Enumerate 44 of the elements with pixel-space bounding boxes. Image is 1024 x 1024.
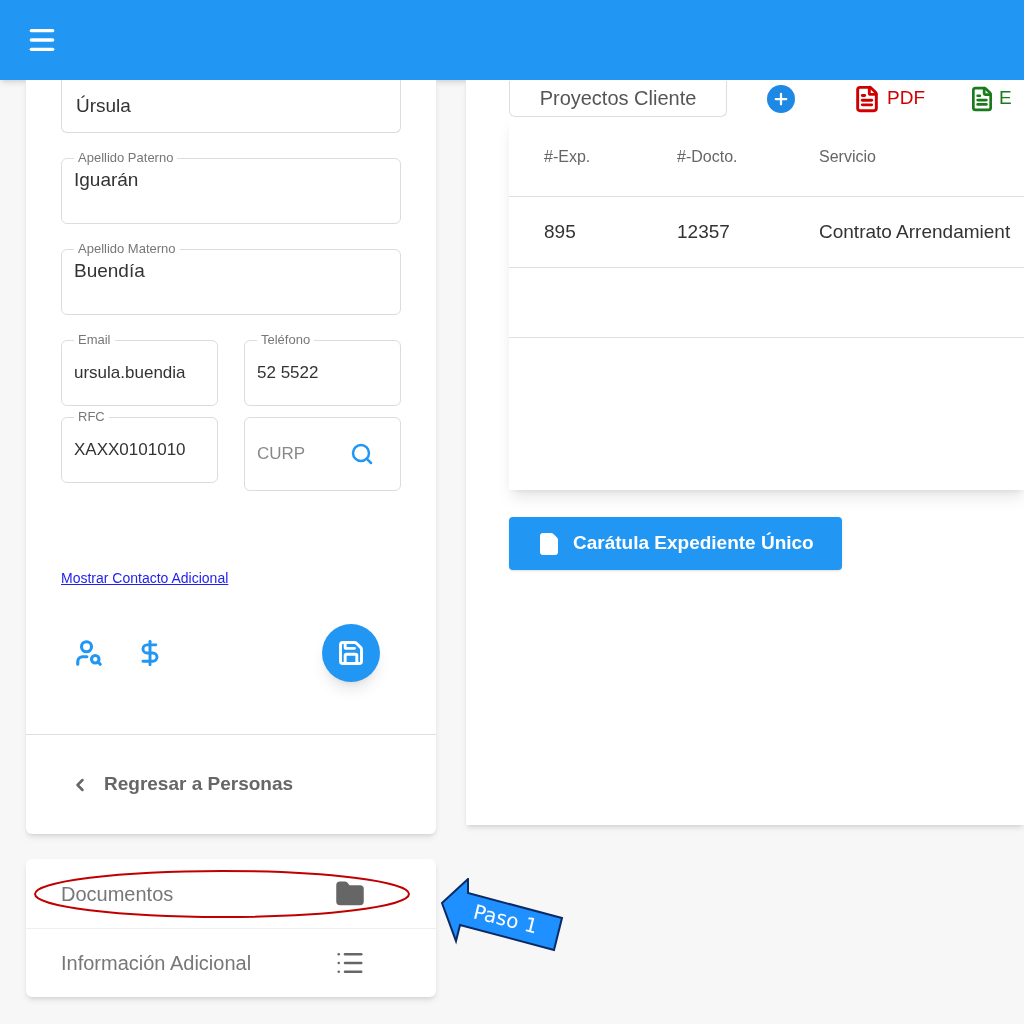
document-icon	[537, 531, 561, 556]
field-value: ursula.buendia	[74, 361, 186, 384]
text-field[interactable]: Úrsula	[61, 80, 401, 133]
column-header: #-Exp.	[543, 146, 592, 167]
table-cell-text: Contrato Arrendamient	[819, 219, 1012, 244]
contact-link[interactable]: Mostrar Contacto Adicional	[61, 570, 229, 586]
field-label: Apellido Paterno	[77, 150, 175, 166]
field-value: XAXX0101010	[74, 438, 186, 461]
field-placeholder: CURP	[257, 443, 306, 466]
menu-label: Documentos	[61, 881, 174, 907]
callout-label: Paso 1	[470, 898, 541, 941]
field-value: Buendía	[74, 259, 145, 283]
user-search-icon[interactable]	[74, 638, 104, 668]
save-icon	[337, 639, 365, 667]
save-button[interactable]	[322, 624, 380, 682]
pdf-button[interactable]: PDF	[853, 84, 925, 113]
text-field[interactable]: CURP	[244, 417, 401, 491]
menu-label: Información Adicional	[61, 951, 252, 976]
search-icon[interactable]	[350, 442, 374, 466]
menu-item[interactable]: Documentos	[26, 859, 436, 928]
table-cell-text: 12357	[677, 219, 731, 244]
text-field[interactable]: Email ursula.buendia	[61, 332, 218, 406]
tab-label: Proyectos Cliente	[539, 86, 697, 111]
projects-tab[interactable]: Proyectos Cliente	[509, 80, 727, 117]
field-value: Úrsula	[76, 93, 131, 118]
excel-button[interactable]: E	[969, 84, 1012, 113]
text-field[interactable]: Apellido Paterno Iguarán	[61, 150, 401, 224]
field-label: Teléfono	[260, 332, 312, 348]
text-field[interactable]: RFC XAXX0101010	[61, 409, 218, 483]
text-field[interactable]: Apellido Materno Buendía	[61, 241, 401, 315]
add-button[interactable]	[767, 84, 795, 113]
spreadsheet-icon	[969, 85, 995, 112]
menu-item[interactable]: Información Adicional	[26, 928, 436, 997]
text-field[interactable]: Teléfono 52 5522	[244, 332, 401, 406]
column-header: #-Docto.	[677, 146, 739, 167]
column-header: Servicio	[819, 146, 877, 167]
field-value: Iguarán	[74, 168, 139, 192]
back-button[interactable]: Regresar a Personas	[26, 735, 436, 834]
field-label: Apellido Materno	[77, 241, 177, 257]
field-value: 52 5522	[257, 361, 319, 384]
table-cell-text: 895	[543, 219, 577, 244]
field-label: RFC	[77, 409, 106, 425]
pdf-file-icon	[853, 84, 881, 113]
field-label: Email	[77, 332, 112, 348]
